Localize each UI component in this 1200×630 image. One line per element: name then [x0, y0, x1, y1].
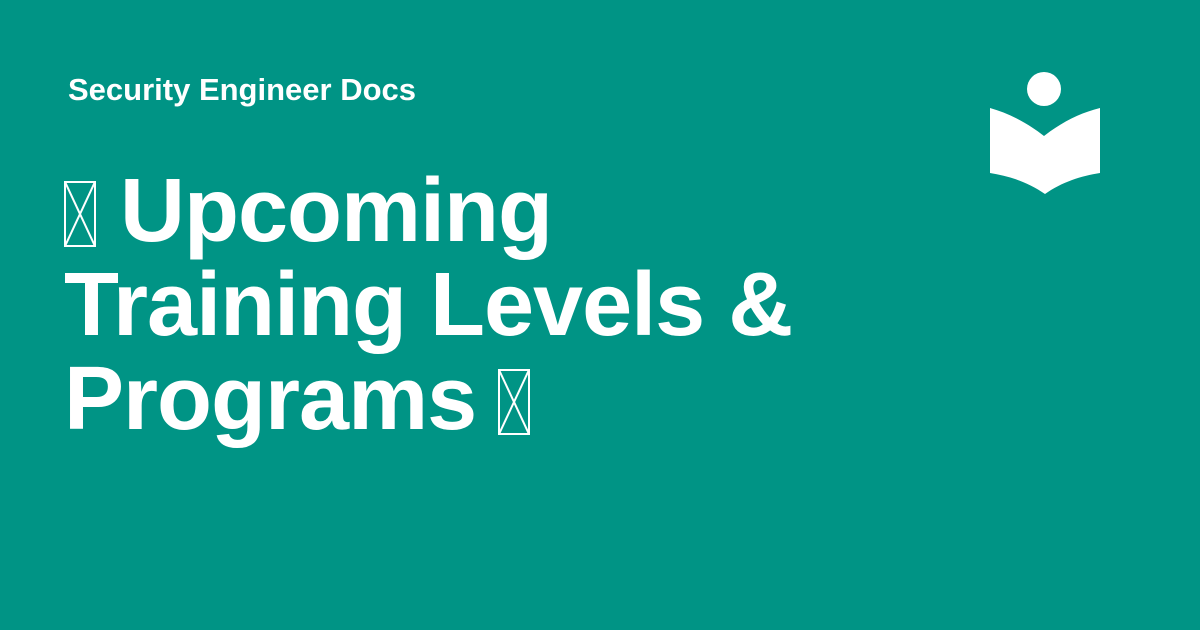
title-text-1: Upcoming	[120, 161, 553, 261]
missing-glyph-icon	[498, 369, 531, 435]
title-line-1: Upcoming	[64, 164, 964, 258]
missing-glyph-icon	[64, 181, 96, 247]
site-name: Security Engineer Docs	[68, 72, 417, 107]
title-line-2: Training Levels &	[64, 258, 964, 352]
title-text-2: Training Levels &	[64, 255, 793, 355]
title-line-3: Programs	[64, 352, 964, 446]
page-title: Upcoming Training Levels & Programs	[64, 164, 964, 446]
social-card: Security Engineer Docs Upcoming Training…	[0, 0, 1200, 630]
reader-book-icon	[990, 72, 1100, 194]
title-text-3: Programs	[64, 349, 477, 449]
